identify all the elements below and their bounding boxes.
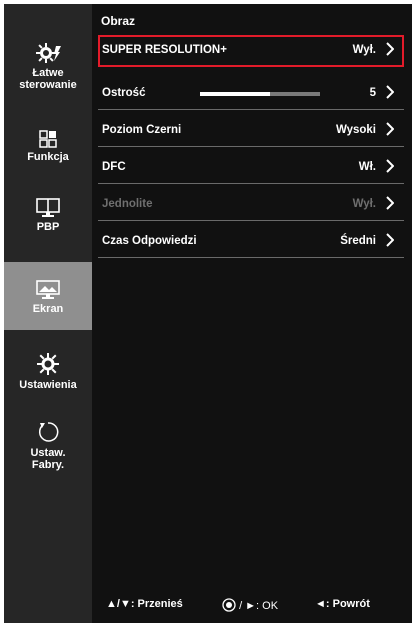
sidebar-item-label: Ustaw. [30,447,66,459]
row-value: Wył. [352,198,376,210]
gear-icon [37,353,59,375]
main-panel: Obraz SUPER RESOLUTION+ Wył. Ostrość 5 P… [92,4,412,623]
row-label: DFC [102,161,126,173]
footer-ok-text: / ►: OK [239,600,279,612]
menu-row-uniformity[interactable]: Jednolite Wył. [98,189,404,221]
chevron-right-icon [386,122,394,136]
sidebar-item-pbp[interactable]: PBP [4,198,92,233]
chevron-right-icon [386,42,394,56]
row-label: SUPER RESOLUTION+ [102,44,227,56]
chevron-right-icon [386,233,394,247]
gear-easy-icon [36,43,61,63]
sidebar-item-label: Ekran [32,303,64,315]
function-grid-icon [39,130,57,148]
footer-ok-hint: / ►: OK [222,598,278,612]
slider-fill [200,92,270,96]
menu-row-black-level[interactable]: Poziom Czerni Wysoki [98,115,404,147]
footer-move-text: ▲/▼: Przenieś [106,598,183,610]
row-label: Ostrość [102,87,146,99]
sidebar-item-label: Ustawienia [19,379,77,391]
page-title: Obraz [101,14,136,28]
sidebar-item-label: Funkcja [27,151,69,163]
menu-row-super-resolution[interactable]: SUPER RESOLUTION+ Wył. [98,35,404,67]
chevron-right-icon [386,159,394,173]
footer-back-text: ◄: Powrót [315,598,370,610]
footer-back-hint: ◄: Powrót [315,598,370,610]
row-label: Czas Odpowiedzi [102,235,197,247]
pbp-monitor-icon [36,198,60,217]
chevron-right-icon [386,196,394,210]
footer-move-hint: ▲/▼: Przenieś [106,598,183,610]
sidebar-item-function[interactable]: Funkcja [4,130,92,163]
row-value: Wł. [358,161,376,173]
joystick-center-icon [222,598,236,612]
picture-monitor-icon [36,280,60,299]
sidebar-item-label: Fabry. [31,459,65,471]
sidebar-item-factory-reset[interactable]: Ustaw. Fabry. [4,420,92,471]
sharpness-slider[interactable] [200,92,320,96]
sidebar-item-screen[interactable]: Ekran [4,262,92,330]
row-label: Jednolite [102,198,153,210]
sidebar: Łatwe sterowanie Funkcja PBP Ekran Ustaw… [4,4,92,623]
menu-row-sharpness[interactable]: Ostrość 5 [98,78,404,110]
sidebar-item-label: Łatwe [32,67,64,79]
reset-icon [38,422,59,442]
chevron-right-icon [386,85,394,99]
sidebar-item-easy-control[interactable]: Łatwe sterowanie [4,42,92,91]
osd-menu: Łatwe sterowanie Funkcja PBP Ekran Ustaw… [4,4,412,623]
row-value: Wył. [352,44,376,56]
row-value: Średni [340,235,376,247]
sidebar-item-label: PBP [36,221,60,233]
row-value: Wysoki [335,124,376,136]
row-value: 5 [369,87,376,99]
menu-row-response-time[interactable]: Czas Odpowiedzi Średni [98,226,404,258]
row-label: Poziom Czerni [102,124,182,136]
menu-row-dfc[interactable]: DFC Wł. [98,152,404,184]
sidebar-item-label: sterowanie [19,79,77,91]
sidebar-item-settings[interactable]: Ustawienia [4,352,92,391]
